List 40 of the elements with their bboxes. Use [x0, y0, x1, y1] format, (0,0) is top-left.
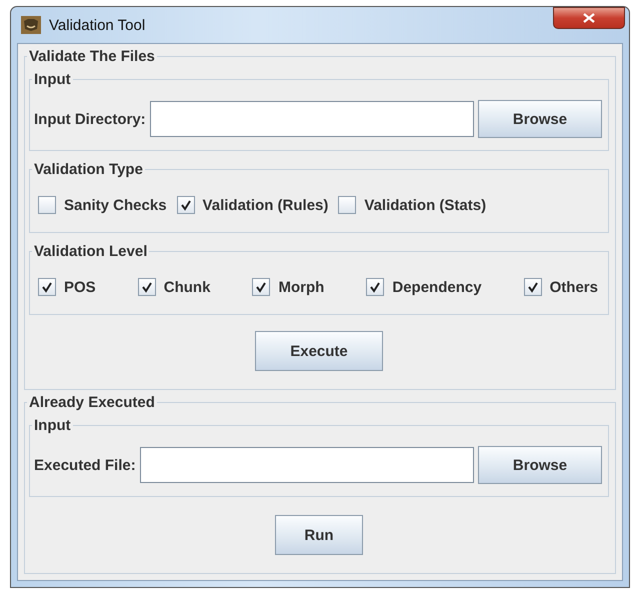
- field-label: Executed File:: [34, 456, 136, 474]
- execute-button[interactable]: Execute: [255, 331, 383, 371]
- checkbox[interactable]: [176, 196, 195, 214]
- check-icon: [526, 281, 539, 293]
- group-title: Validation Level: [33, 243, 148, 260]
- group-title: Already Executed: [28, 394, 156, 411]
- group-title: Input: [33, 71, 72, 88]
- checkbox[interactable]: [138, 278, 156, 296]
- checkbox-label: Validation (Stats): [364, 196, 486, 214]
- checkbox-label: Morph: [278, 278, 324, 296]
- close-icon: [583, 13, 595, 23]
- group-title: Validation Type: [33, 161, 144, 178]
- checkbox-label: Chunk: [164, 278, 210, 296]
- checkbox[interactable]: [338, 196, 356, 214]
- group-title: Input: [33, 417, 72, 434]
- checkbox[interactable]: [38, 278, 56, 296]
- checkbox[interactable]: [252, 278, 270, 296]
- group-title: Validate The Files: [28, 48, 156, 65]
- checkbox[interactable]: [38, 196, 56, 214]
- window-title: Validation Tool: [49, 16, 146, 34]
- close-button[interactable]: [553, 7, 625, 29]
- checkbox[interactable]: [524, 278, 542, 296]
- check-icon: [41, 281, 53, 293]
- checkbox-label: POS: [64, 278, 96, 296]
- checkbox[interactable]: [366, 278, 384, 296]
- run-button[interactable]: Run: [275, 515, 363, 555]
- field-label: Input Directory:: [34, 110, 146, 128]
- input-field[interactable]: [150, 101, 474, 137]
- checkbox-label: Others: [550, 278, 598, 296]
- input-field[interactable]: [140, 447, 474, 483]
- browse-button[interactable]: Browse: [478, 446, 602, 484]
- checkbox-label: Validation (Rules): [202, 196, 328, 214]
- app-icon: [21, 16, 41, 34]
- checkbox-label: Sanity Checks: [64, 196, 167, 214]
- check-icon: [140, 281, 153, 293]
- browse-button[interactable]: Browse: [478, 100, 602, 138]
- checkbox-label: Dependency: [392, 278, 482, 296]
- check-icon: [180, 199, 192, 211]
- check-icon: [369, 281, 382, 293]
- check-icon: [255, 281, 268, 293]
